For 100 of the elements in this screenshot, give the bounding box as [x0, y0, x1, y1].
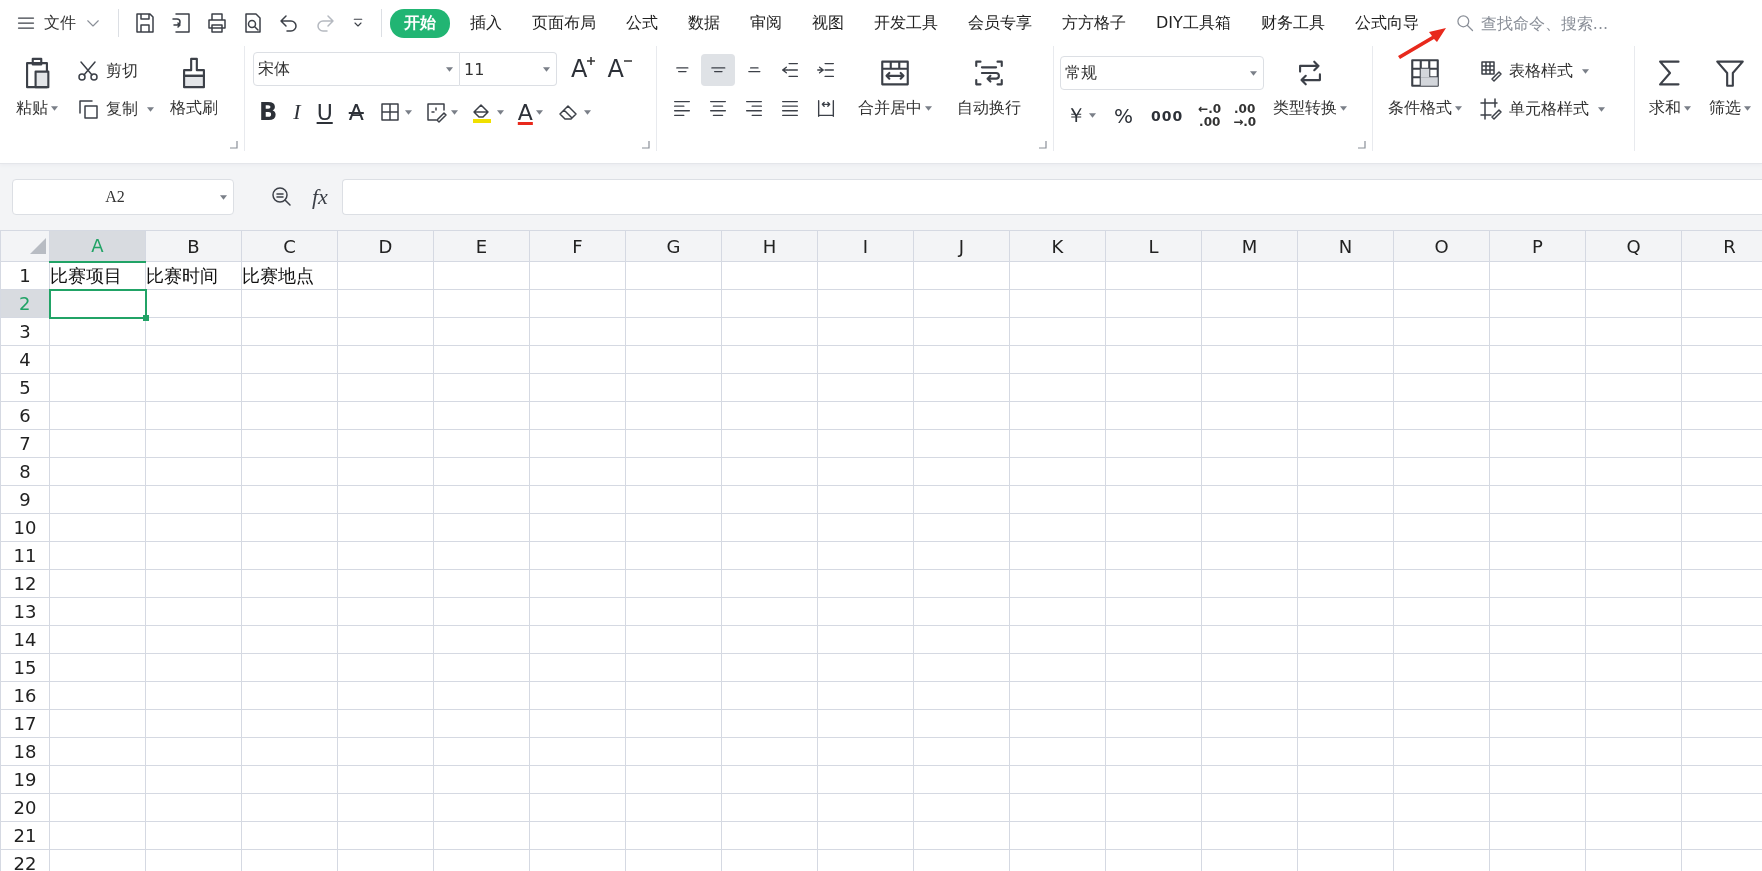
row-header[interactable]: 19 — [0, 765, 50, 794]
format-painter-button[interactable]: 格式刷 — [166, 54, 222, 121]
function-button[interactable]: fx — [308, 184, 332, 210]
caret-icon — [583, 109, 591, 115]
magnifier-icon — [270, 185, 294, 209]
ribbon-tab[interactable]: 页面布局 — [522, 8, 606, 38]
caret-icon — [220, 194, 227, 200]
align-lines-icon — [674, 67, 690, 73]
column-header[interactable]: L — [1105, 230, 1202, 262]
ribbon-tab[interactable]: 数据 — [678, 8, 730, 38]
type-convert-button[interactable]: 类型转换 — [1268, 54, 1352, 121]
row-header[interactable]: 8 — [0, 457, 50, 486]
increase-font-button[interactable]: A — [565, 53, 602, 85]
ribbon-tab[interactable]: 公式 — [616, 8, 668, 38]
row-header[interactable]: 12 — [0, 569, 50, 598]
name-box[interactable]: A2 — [12, 179, 234, 215]
file-menu[interactable]: 文件 — [8, 8, 110, 38]
caret-icon — [147, 106, 154, 112]
ribbon-tab[interactable]: 会员专享 — [958, 8, 1042, 38]
conditional-format-button[interactable]: 条件格式 — [1383, 54, 1467, 121]
ribbon-tab[interactable]: 公式向导 — [1344, 8, 1429, 38]
bold-button[interactable]: B — [253, 96, 284, 128]
column-header[interactable]: N — [1297, 230, 1394, 262]
column-header[interactable]: D — [337, 230, 434, 262]
table-style-button[interactable]: 表格样式 — [1475, 56, 1609, 86]
row-header[interactable]: 6 — [0, 401, 50, 430]
cell-style-button[interactable]: 单元格样式 — [1475, 94, 1609, 124]
font-name-field[interactable]: 宋体 — [253, 52, 460, 86]
column-header[interactable]: O — [1393, 230, 1490, 262]
ribbon-tab[interactable]: DIY工具箱 — [1146, 8, 1241, 38]
column-header[interactable]: Q — [1585, 230, 1682, 262]
italic-button[interactable]: I — [287, 97, 307, 127]
row-header[interactable]: 11 — [0, 541, 50, 570]
column-header[interactable]: C — [241, 230, 338, 262]
table-cell: 比赛地点 — [241, 261, 338, 290]
column-header[interactable]: R — [1681, 230, 1762, 262]
ribbon-tab[interactable]: 插入 — [460, 8, 512, 38]
caret-icon — [1598, 106, 1605, 112]
row-header[interactable]: 4 — [0, 345, 50, 374]
row-header[interactable]: 13 — [0, 597, 50, 626]
sum-button[interactable]: 求和 — [1643, 54, 1697, 121]
row-header[interactable]: 15 — [0, 653, 50, 682]
decrease-decimal-button[interactable]: .00 →.0 — [1230, 100, 1260, 131]
row-header[interactable]: 10 — [0, 513, 50, 542]
copy-button[interactable]: 复制 — [72, 94, 158, 124]
caret-icon — [1684, 106, 1691, 111]
active-cell[interactable] — [49, 289, 146, 318]
caret-icon — [1455, 106, 1462, 111]
ribbon-tab[interactable]: 开发工具 — [864, 8, 948, 38]
strikethrough-button[interactable]: A — [342, 97, 370, 127]
document-arrow-icon — [169, 11, 193, 35]
row-header[interactable]: 16 — [0, 681, 50, 710]
font-color-button[interactable]: A — [511, 97, 549, 127]
search-field[interactable]: 查找命令、搜索... — [1454, 12, 1653, 34]
caret-icon — [925, 106, 932, 111]
row-header[interactable]: 22 — [0, 849, 50, 871]
percent-button[interactable]: % — [1108, 101, 1139, 130]
row-header[interactable]: 1 — [0, 261, 50, 290]
row-header[interactable]: 18 — [0, 737, 50, 766]
ribbon-tab[interactable]: 财务工具 — [1250, 8, 1335, 38]
row-header[interactable]: 17 — [0, 709, 50, 738]
row-header[interactable]: 5 — [0, 373, 50, 402]
column-header[interactable]: I — [817, 230, 914, 262]
column-header[interactable]: M — [1201, 230, 1298, 262]
distribute-icon — [815, 97, 837, 119]
search-icon — [1454, 13, 1475, 33]
number-format-field[interactable]: 常规 — [1060, 56, 1264, 90]
ribbon-tab[interactable]: 方方格子 — [1052, 8, 1136, 38]
column-header[interactable]: J — [913, 230, 1010, 262]
copy-icon — [76, 97, 100, 121]
row-header[interactable]: 9 — [0, 485, 50, 514]
table-grid-icon — [1408, 56, 1442, 90]
row-header[interactable]: 20 — [0, 793, 50, 822]
row-header[interactable]: 21 — [0, 821, 50, 850]
column-header[interactable]: B — [145, 230, 242, 262]
decrease-font-button[interactable]: A — [601, 53, 638, 85]
underline-button[interactable]: U — [310, 97, 339, 127]
row-header[interactable]: 3 — [0, 317, 50, 346]
fill-handle[interactable] — [142, 314, 149, 321]
paste-button[interactable]: 粘贴 — [10, 54, 64, 121]
currency-button[interactable]: ￥ — [1060, 100, 1102, 131]
thousands-button[interactable]: 000 — [1145, 105, 1190, 126]
caret-icon — [1340, 106, 1347, 111]
ribbon-tab[interactable]: 视图 — [802, 8, 854, 38]
wrap-text-button[interactable]: 自动换行 — [947, 54, 1031, 121]
column-header[interactable]: F — [529, 230, 626, 262]
column-header[interactable]: H — [721, 230, 818, 262]
cut-button[interactable]: 剪切 — [72, 56, 158, 86]
filter-button[interactable]: 筛选 — [1703, 54, 1757, 121]
merge-center-button[interactable]: 合并居中 — [853, 54, 937, 121]
font-size-field[interactable]: 11 — [460, 52, 557, 86]
column-header[interactable]: K — [1009, 230, 1106, 262]
column-header[interactable]: G — [625, 230, 722, 262]
column-header[interactable]: P — [1489, 230, 1586, 262]
column-header[interactable]: E — [433, 230, 530, 262]
increase-decimal-button[interactable]: ←.0 .00 — [1195, 100, 1225, 131]
ribbon-tab[interactable]: 审阅 — [740, 8, 792, 38]
row-header[interactable]: 7 — [0, 429, 50, 458]
formula-field[interactable] — [341, 179, 1762, 215]
row-header[interactable]: 14 — [0, 625, 50, 654]
